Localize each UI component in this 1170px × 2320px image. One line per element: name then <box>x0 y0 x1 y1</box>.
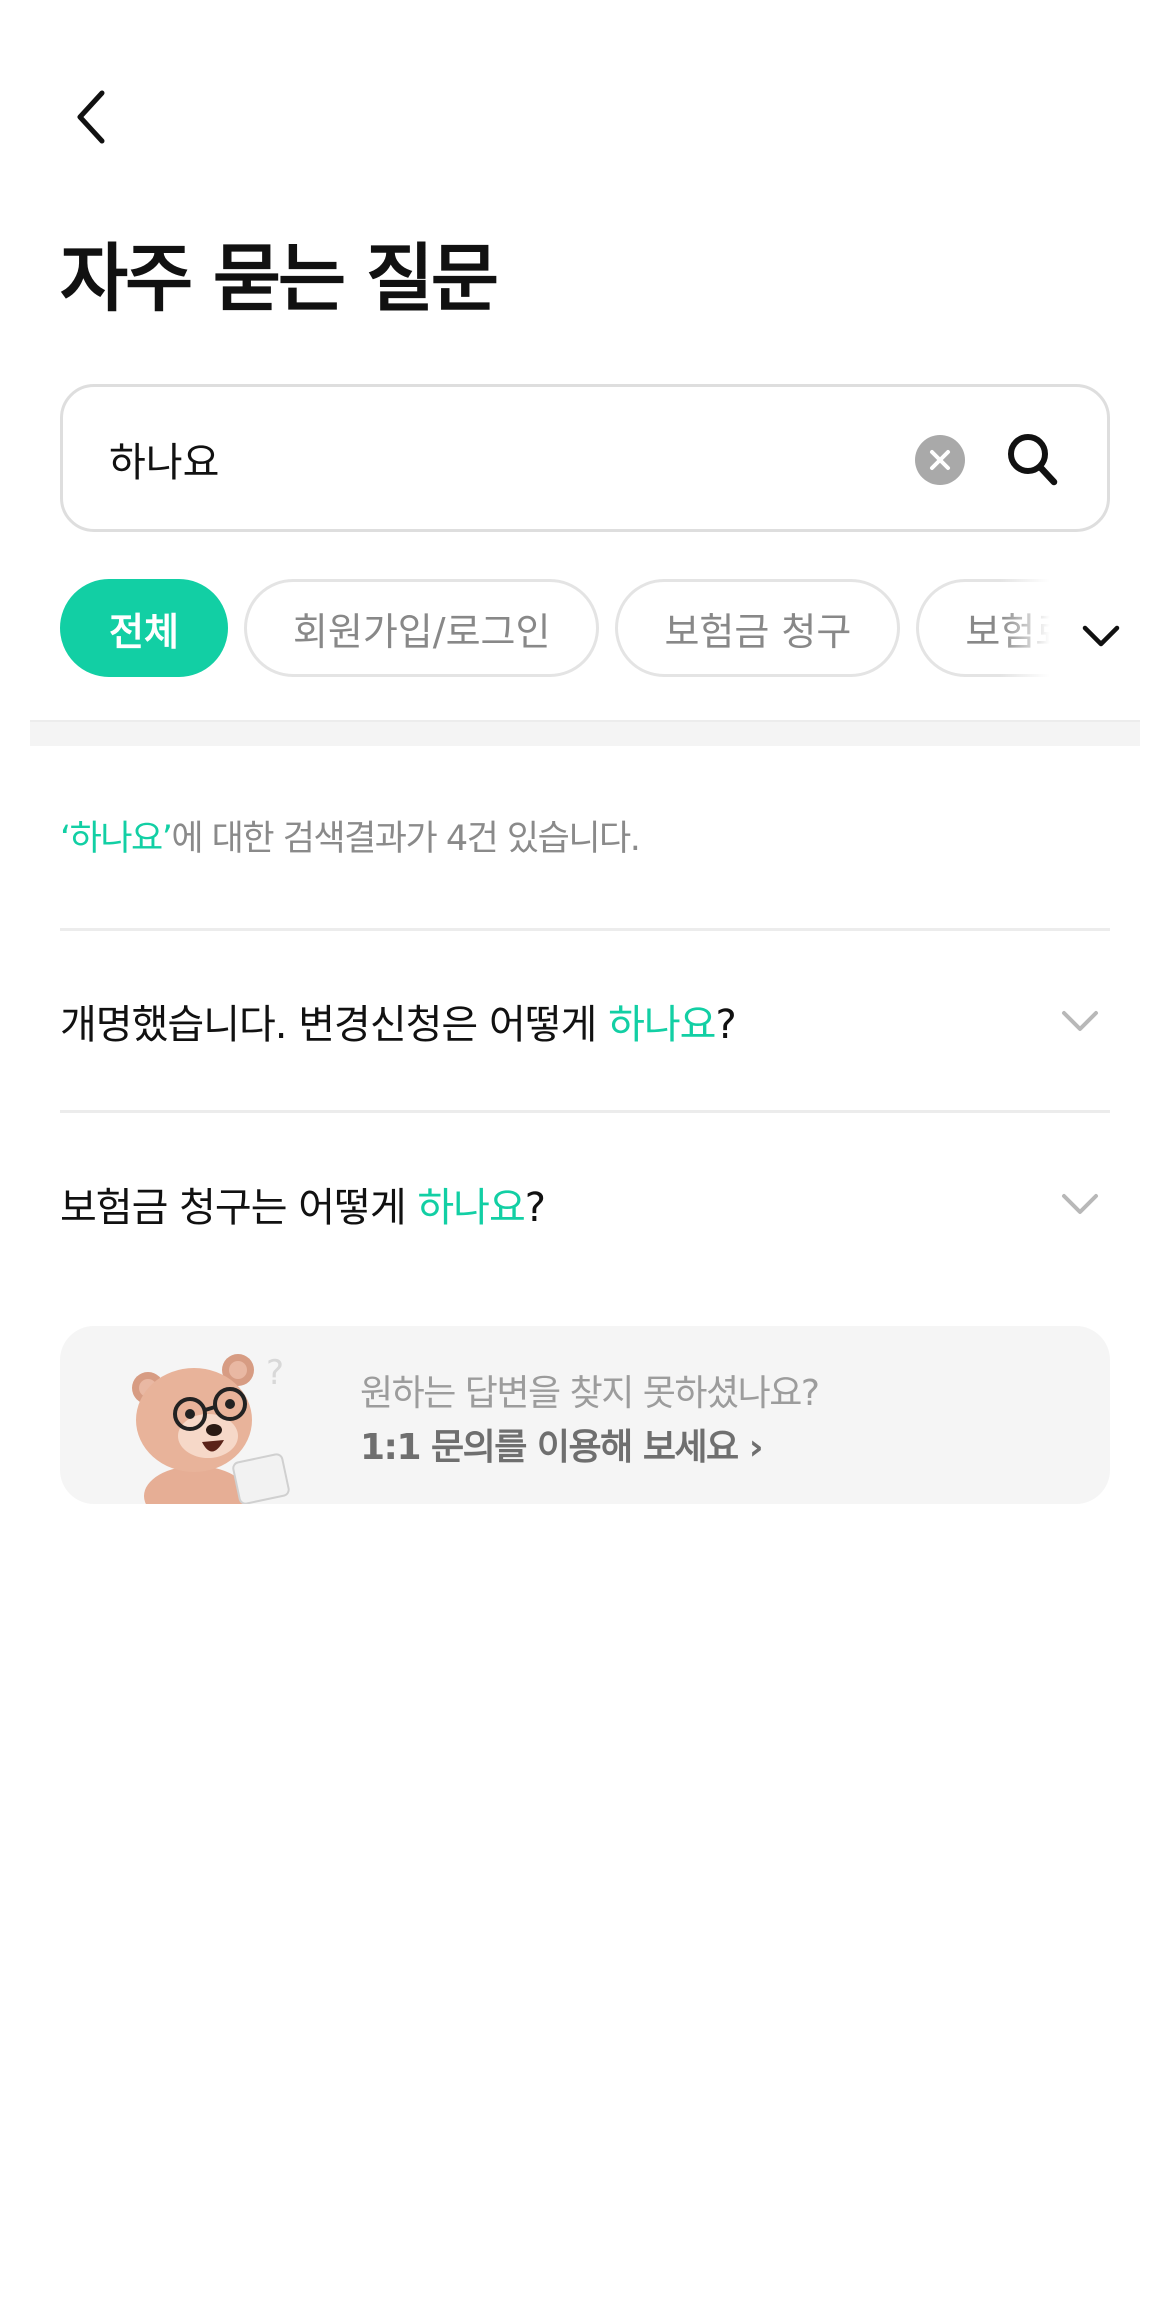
faq-question: 보험금 청구는 어떻게 하나요? <box>60 1175 546 1233</box>
divider <box>60 928 1110 931</box>
category-chips: 전체 회원가입/로그인 보험금 청구 보험료 <box>60 578 1110 678</box>
inquiry-banner[interactable]: ? 원하는 답변을 찾지 못하셨나요? 1:1 문의를 이용해 보세요 › <box>60 1326 1110 1504</box>
chevron-down-icon <box>1082 625 1120 647</box>
close-icon <box>930 450 950 470</box>
page-title: 자주 묻는 질문 <box>60 236 499 322</box>
chip-claim[interactable]: 보험금 청구 <box>615 579 901 677</box>
chip-all[interactable]: 전체 <box>60 579 228 677</box>
expand-categories-button[interactable] <box>1066 606 1136 666</box>
result-summary: ‘하나요’에 대한 검색결과가 4건 있습니다. <box>60 810 641 861</box>
svg-text:?: ? <box>266 1353 284 1393</box>
faq-question-suffix: ? <box>524 1185 546 1231</box>
chevron-left-icon <box>77 90 105 144</box>
bear-mascot-illustration: ? <box>132 1353 290 1504</box>
banner-text: 원하는 답변을 찾지 못하셨나요? <box>360 1373 820 1414</box>
search-bar <box>60 384 1110 532</box>
inquiry-link[interactable]: 1:1 문의를 이용해 보세요 › <box>360 1418 764 1470</box>
search-input[interactable] <box>109 427 889 491</box>
result-summary-text: 에 대한 검색결과가 4건 있습니다. <box>171 819 641 859</box>
clear-search-button[interactable] <box>915 435 965 485</box>
faq-question-text: 개명했습니다. 변경신청은 어떻게 <box>60 1002 609 1048</box>
section-divider <box>30 720 1140 746</box>
result-keyword: ‘하나요’ <box>60 819 173 859</box>
faq-question-text: 보험금 청구는 어떻게 <box>60 1185 418 1231</box>
divider <box>60 1110 1110 1113</box>
search-button[interactable] <box>999 425 1065 493</box>
faq-item[interactable]: 개명했습니다. 변경신청은 어떻게 하나요? <box>60 961 1110 1081</box>
chevron-down-icon <box>1062 1011 1098 1031</box>
chevron-down-icon <box>1062 1194 1098 1214</box>
back-button[interactable] <box>62 82 122 152</box>
faq-keyword-highlight: 하나요 <box>417 1185 525 1231</box>
chip-signup-login[interactable]: 회원가입/로그인 <box>243 579 600 677</box>
faq-item[interactable]: 보험금 청구는 어떻게 하나요? <box>60 1144 1110 1264</box>
faq-keyword-highlight: 하나요 <box>608 1002 716 1048</box>
search-icon <box>1008 434 1058 486</box>
faq-question-suffix: ? <box>715 1002 736 1048</box>
faq-question: 개명했습니다. 변경신청은 어떻게 하나요? <box>60 992 737 1050</box>
